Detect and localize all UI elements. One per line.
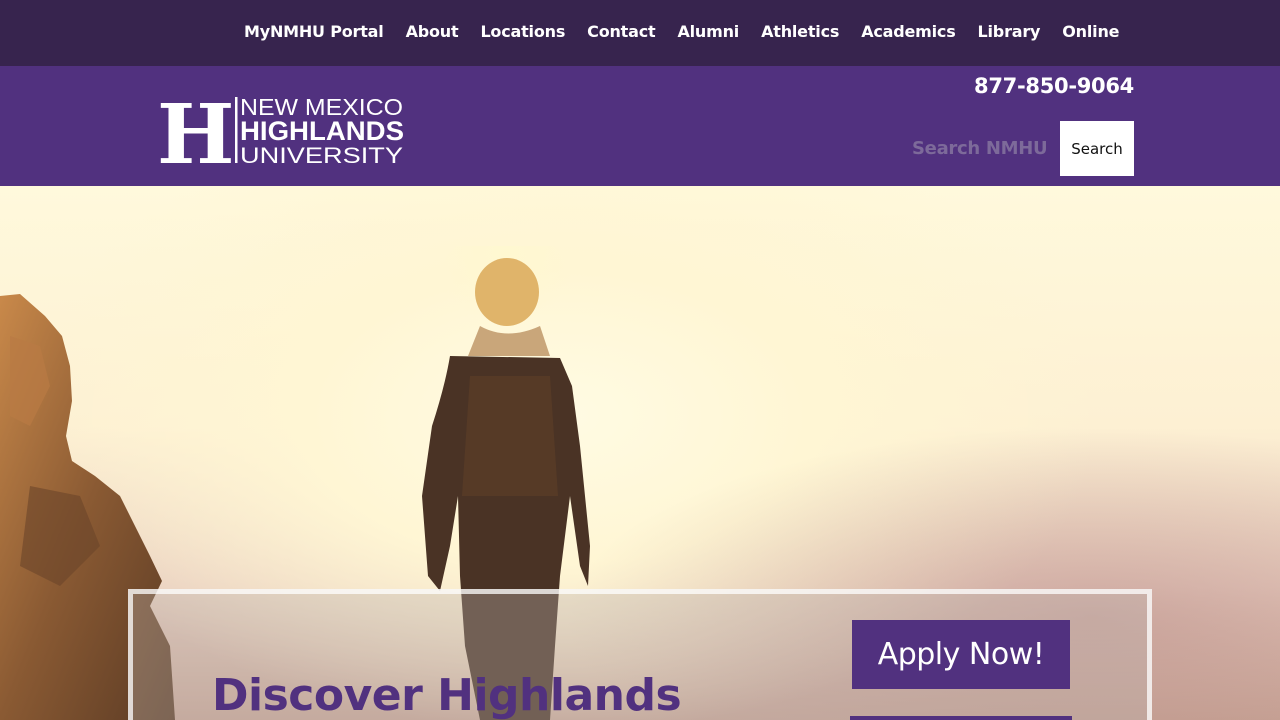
- phone-number-link[interactable]: 877-850-9064: [974, 74, 1134, 98]
- nav-link-academics[interactable]: Academics: [850, 22, 966, 41]
- nav-link-library[interactable]: Library: [967, 22, 1052, 41]
- hero-title: Discover Highlands: [212, 670, 682, 720]
- nav-link-athletics[interactable]: Athletics: [750, 22, 850, 41]
- nav-link-alumni[interactable]: Alumni: [666, 22, 750, 41]
- logo-line-university: UNIVERSITY: [240, 143, 403, 167]
- search-input[interactable]: [902, 122, 1058, 174]
- search-button[interactable]: Search: [1060, 121, 1134, 176]
- apply-now-button[interactable]: Apply Now!: [852, 620, 1070, 689]
- nav-link-online[interactable]: Online: [1051, 22, 1130, 41]
- nav-link-mynmhu-portal[interactable]: MyNMHU Portal: [233, 22, 395, 41]
- logo-line-highlands: HIGHLANDS: [240, 116, 404, 146]
- top-nav-list: MyNMHU Portal About Locations Contact Al…: [233, 0, 1130, 62]
- logo-h-mark: H: [157, 95, 234, 167]
- logo-divider: [235, 97, 238, 163]
- nav-link-contact[interactable]: Contact: [576, 22, 666, 41]
- university-logo: H NEW MEXICO HIGHLANDS UNIVERSITY: [157, 95, 404, 167]
- nav-link-locations[interactable]: Locations: [469, 22, 576, 41]
- secondary-cta-button[interactable]: [850, 716, 1072, 720]
- nav-link-about[interactable]: About: [395, 22, 470, 41]
- top-utility-nav: MyNMHU Portal About Locations Contact Al…: [0, 0, 1280, 66]
